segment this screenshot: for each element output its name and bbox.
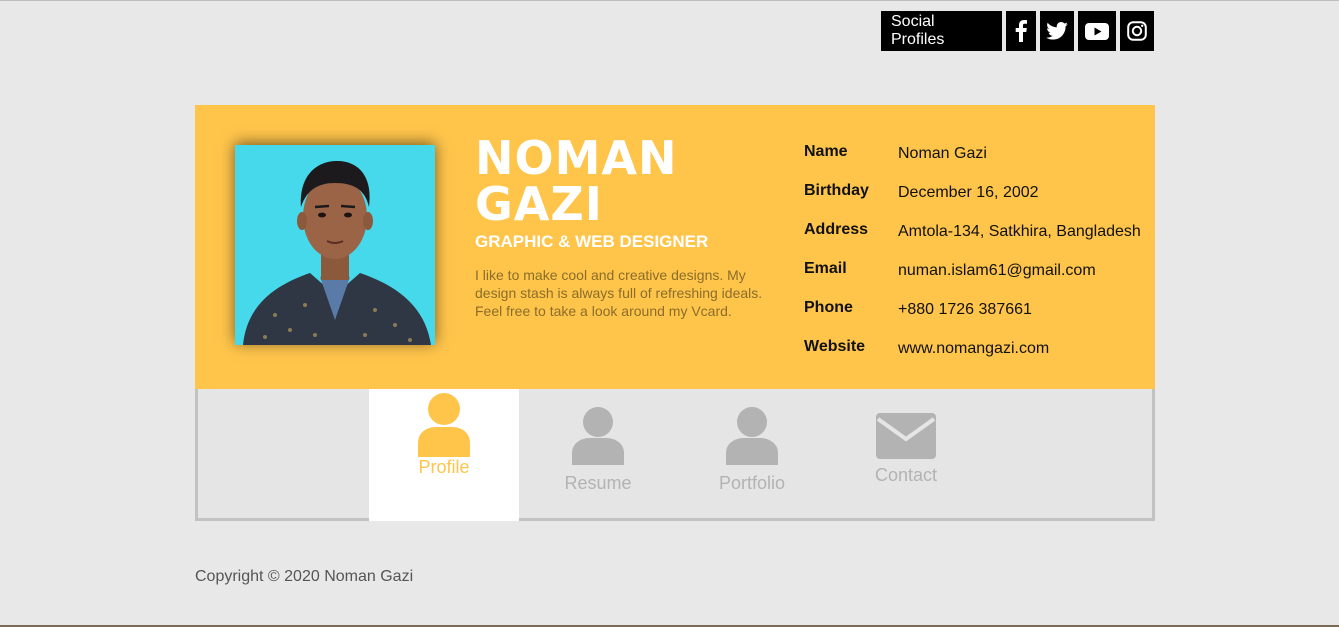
tab-label: Profile <box>418 457 470 477</box>
vcard: NOMAN GAZI GRAPHIC & WEB DESIGNER I like… <box>195 105 1155 521</box>
info-row-website: Website www.nomangazi.com <box>804 338 1141 377</box>
name-block: NOMAN GAZI GRAPHIC & WEB DESIGNER I like… <box>475 135 775 320</box>
tab-label: Contact <box>874 465 938 485</box>
person-photo-icon <box>235 145 435 345</box>
envelope-icon <box>876 413 936 459</box>
profile-photo <box>235 145 435 345</box>
user-icon <box>726 407 778 465</box>
social-profiles-label: Social Profiles <box>881 11 1002 51</box>
tab-resume[interactable]: Resume <box>523 387 673 515</box>
info-key: Address <box>804 221 869 238</box>
info-row-name: Name Noman Gazi <box>804 143 1141 182</box>
info-key: Name <box>804 143 848 160</box>
info-key: Email <box>804 260 847 277</box>
tab-bar: Profile Resume Portfolio Contact <box>195 369 1155 521</box>
tab-label: Resume <box>564 473 632 493</box>
user-icon <box>418 393 470 457</box>
info-key: Website <box>804 338 866 355</box>
info-value: Amtola-134, Satkhira, Bangladesh <box>898 223 1141 240</box>
first-name: NOMAN <box>475 131 678 185</box>
info-value: numan.islam61@gmail.com <box>898 262 1096 279</box>
tab-profile[interactable]: Profile <box>369 373 519 521</box>
info-key: Birthday <box>804 182 869 199</box>
job-title: GRAPHIC & WEB DESIGNER <box>475 232 709 251</box>
twitter-button[interactable] <box>1040 11 1074 51</box>
copyright-text: Copyright © 2020 Noman Gazi <box>195 568 414 585</box>
user-icon <box>572 407 624 465</box>
youtube-icon <box>1085 22 1109 40</box>
bio-text: I like to make cool and creative designs… <box>475 267 763 319</box>
info-value: +880 1726 387661 <box>898 301 1032 318</box>
facebook-icon <box>1015 20 1027 42</box>
info-value: Noman Gazi <box>898 145 987 162</box>
social-bar: Social Profiles <box>881 11 1154 51</box>
instagram-button[interactable] <box>1120 11 1154 51</box>
tab-portfolio[interactable]: Portfolio <box>677 387 827 515</box>
info-value: December 16, 2002 <box>898 184 1039 201</box>
info-row-phone: Phone +880 1726 387661 <box>804 299 1141 338</box>
facebook-button[interactable] <box>1006 11 1036 51</box>
info-row-address: Address Amtola-134, Satkhira, Bangladesh <box>804 221 1141 260</box>
youtube-button[interactable] <box>1078 11 1116 51</box>
info-row-email: Email numan.islam61@gmail.com <box>804 260 1141 299</box>
tab-contact[interactable]: Contact <box>831 387 981 515</box>
tab-label: Portfolio <box>718 473 786 493</box>
profile-header: NOMAN GAZI GRAPHIC & WEB DESIGNER I like… <box>195 105 1155 389</box>
info-value: www.nomangazi.com <box>898 340 1050 357</box>
info-list: Name Noman Gazi Birthday December 16, 20… <box>804 143 1141 377</box>
info-key: Phone <box>804 299 853 316</box>
last-name: GAZI <box>475 177 603 231</box>
twitter-icon <box>1046 22 1068 40</box>
info-row-birthday: Birthday December 16, 2002 <box>804 182 1141 221</box>
instagram-icon <box>1127 21 1147 41</box>
